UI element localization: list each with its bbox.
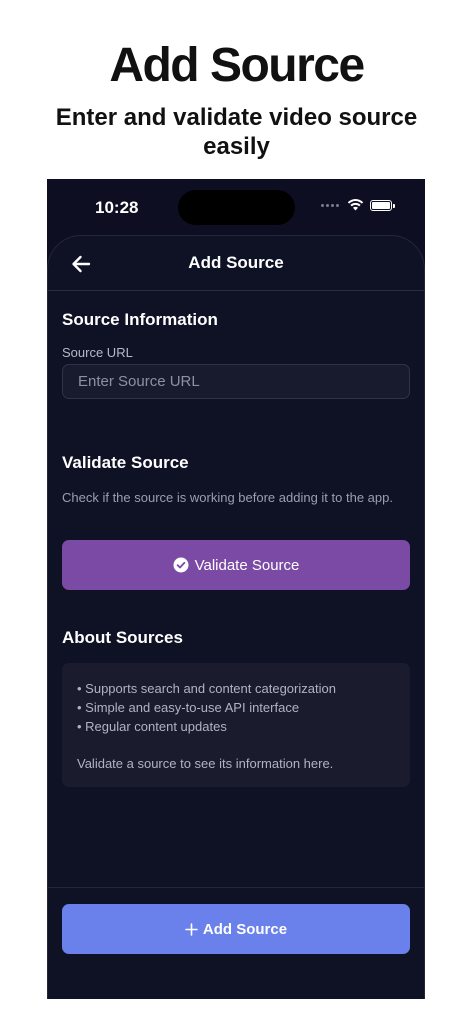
check-circle-icon: [173, 557, 189, 573]
wifi-icon: [347, 199, 364, 211]
about-bullet: • Simple and easy-to-use API interface: [77, 700, 300, 715]
status-icons: [321, 199, 395, 211]
status-time: 10:28: [95, 198, 139, 217]
promo-subtitle: Enter and validate video source easily: [55, 104, 418, 160]
add-source-sheet: Add Source Source Information Source URL…: [47, 235, 425, 999]
add-source-button[interactable]: Add Source: [62, 904, 410, 954]
validate-source-button[interactable]: Validate Source: [62, 540, 410, 590]
source-url-input[interactable]: [62, 364, 410, 399]
footer-divider: [48, 887, 424, 888]
nav-bar: Add Source: [48, 236, 424, 291]
nav-title: Add Source: [188, 253, 284, 272]
add-button-label: Add Source: [202, 920, 288, 938]
about-bullet: • Supports search and content categoriza…: [77, 681, 336, 696]
source-url-label: Source URL: [62, 345, 133, 360]
source-information-heading: Source Information: [62, 310, 218, 329]
plus-icon: [185, 922, 198, 936]
about-note: Validate a source to see its information…: [77, 756, 334, 771]
validate-description: Check if the source is working before ad…: [62, 490, 393, 505]
promo-title: Add Source: [109, 39, 365, 92]
battery-icon: [370, 199, 395, 211]
validate-source-heading: Validate Source: [62, 453, 189, 472]
about-bullet: • Regular content updates: [77, 719, 227, 734]
about-sources-heading: About Sources: [62, 628, 183, 647]
dynamic-island: [178, 190, 295, 225]
signal-dots-icon: [321, 203, 339, 207]
validate-button-label: Validate Source: [194, 556, 300, 574]
about-sources-card: • Supports search and content categoriza…: [62, 663, 410, 787]
phone-screen: 10:28 Add Source Source Information Sour…: [47, 179, 425, 999]
